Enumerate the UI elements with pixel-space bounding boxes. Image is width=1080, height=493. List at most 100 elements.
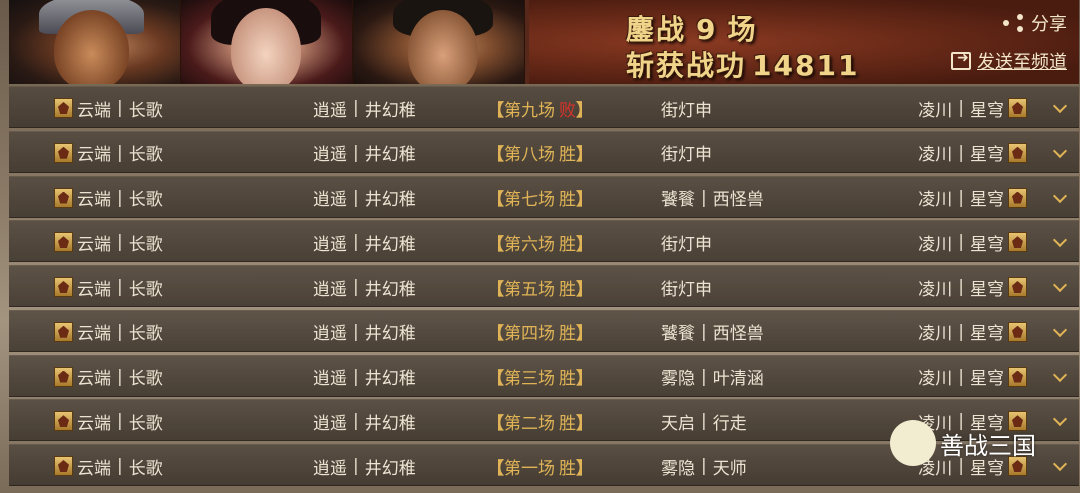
merit-label: 斩获战功 [626, 49, 747, 82]
bracket-close: 】 [576, 145, 593, 166]
rank-badge-icon [54, 321, 73, 342]
share-label: 分享 [1031, 14, 1067, 35]
send-label: 发送至频道 [977, 52, 1067, 73]
battle-count: 9 [696, 13, 718, 46]
player-mid: 逍遥 | 井幻稚 [313, 356, 416, 398]
round-outcome: 胜 [559, 145, 576, 166]
player-right-guild: 凌川 [918, 324, 953, 345]
opponent-guild: 饕餮 [661, 324, 695, 345]
title-prefix: 鏖战 [626, 13, 687, 46]
separator: | [353, 277, 359, 297]
player-mid: 逍遥 | 井幻稚 [313, 87, 416, 129]
battle-count-title: 鏖战 9 场 [626, 8, 758, 48]
round-outcome: 胜 [559, 413, 576, 434]
round-label: 第五场 [504, 279, 555, 300]
separator: | [958, 277, 964, 297]
player-left-name: 长歌 [128, 413, 163, 434]
chevron-down-icon[interactable] [1051, 144, 1069, 162]
battle-row[interactable]: 云端 | 长歌 逍遥 | 井幻稚 【 第五场 胜 】 街灯申 | 凌川 | 星穹 [9, 265, 1079, 307]
player-right: 凌川 | 星穹 [918, 132, 1027, 174]
player-right-guild: 凌川 [918, 145, 953, 166]
watermark-logo-icon [890, 420, 936, 466]
player-left-name: 长歌 [128, 458, 163, 479]
player-mid-guild: 逍遥 [313, 324, 347, 345]
player-right-name: 星穹 [970, 234, 1004, 255]
round-label: 第一场 [504, 458, 555, 479]
separator: | [117, 98, 123, 118]
separator: | [117, 411, 123, 432]
opponent: 街灯申 | [661, 132, 712, 174]
separator: | [701, 187, 707, 208]
separator: | [117, 366, 123, 387]
watermark: 善战三国 [890, 420, 1036, 466]
rank-badge-icon [54, 456, 73, 476]
battle-row[interactable]: 云端 | 长歌 逍遥 | 井幻稚 【 第七场 胜 】 饕餮 | 西怪兽 凌川 |… [9, 175, 1079, 219]
share-button[interactable]: 分享 [1003, 10, 1067, 36]
round-label: 第四场 [504, 324, 555, 345]
player-left: 云端 | 长歌 [54, 87, 163, 129]
player-mid-name: 井幻稚 [364, 413, 416, 434]
player-left-name: 长歌 [128, 279, 163, 300]
player-left-name: 长歌 [128, 234, 163, 255]
round-result: 【 第五场 胜 】 [487, 266, 593, 308]
player-mid-guild: 逍遥 [313, 190, 347, 210]
send-to-channel-button[interactable]: 发送至频道 [951, 48, 1067, 74]
separator: | [353, 366, 359, 387]
watermark-text: 善战三国 [940, 431, 1036, 460]
round-outcome: 胜 [559, 458, 576, 479]
rank-badge-icon [54, 232, 73, 253]
round-result: 【 第九场 败 】 [487, 87, 593, 129]
battle-row[interactable]: 云端 | 长歌 逍遥 | 井幻稚 【 第三场 胜 】 雾隐 | 叶清涵 凌川 |… [9, 354, 1079, 398]
rank-badge-icon [1008, 232, 1027, 253]
separator: | [353, 321, 359, 342]
chevron-down-icon[interactable] [1051, 233, 1069, 251]
battle-row[interactable]: 云端 | 长歌 逍遥 | 井幻稚 【 第九场 败 】 街灯申 | 凌川 | 星穹 [9, 86, 1079, 128]
player-mid-name: 井幻稚 [364, 145, 416, 166]
round-result: 【 第四场 胜 】 [487, 311, 593, 353]
chevron-down-icon[interactable] [1051, 99, 1069, 117]
player-left: 云端 | 长歌 [54, 266, 163, 308]
separator: | [353, 411, 359, 432]
chevron-down-icon[interactable] [1051, 323, 1069, 341]
player-left-name: 长歌 [128, 324, 163, 345]
player-right: 凌川 | 星穹 [918, 266, 1027, 308]
player-right: 凌川 | 星穹 [918, 356, 1027, 398]
rank-badge-icon [54, 187, 73, 208]
bracket-open: 【 [487, 279, 504, 300]
bracket-open: 【 [487, 413, 504, 434]
bracket-open: 【 [487, 100, 504, 121]
player-mid-guild: 逍遥 [313, 369, 347, 389]
rank-badge-icon [54, 411, 73, 432]
round-result: 【 第八场 胜 】 [487, 132, 593, 174]
player-right: 凌川 | 星穹 [918, 87, 1027, 129]
opponent: 天启 | 行走 [661, 400, 747, 442]
separator: | [701, 366, 707, 387]
separator: | [117, 456, 123, 476]
chevron-down-icon[interactable] [1051, 412, 1069, 430]
player-right-name: 星穹 [970, 145, 1004, 166]
chevron-down-icon[interactable] [1051, 457, 1069, 475]
player-right-name: 星穹 [970, 190, 1004, 210]
separator: | [701, 411, 707, 432]
chevron-down-icon[interactable] [1051, 189, 1069, 207]
player-left-name: 长歌 [128, 190, 163, 210]
opponent: 街灯申 | [661, 87, 712, 129]
chevron-down-icon[interactable] [1051, 278, 1069, 296]
rank-badge-icon [1008, 366, 1027, 387]
chevron-down-icon[interactable] [1051, 368, 1069, 386]
battle-row[interactable]: 云端 | 长歌 逍遥 | 井幻稚 【 第六场 胜 】 街灯申 | 凌川 | 星穹 [9, 220, 1079, 263]
round-outcome: 败 [559, 100, 576, 121]
battle-row[interactable]: 云端 | 长歌 逍遥 | 井幻稚 【 第八场 胜 】 街灯申 | 凌川 | 星穹 [9, 130, 1079, 174]
bracket-open: 【 [487, 324, 504, 345]
opponent-guild: 饕餮 [661, 190, 695, 210]
player-right-guild: 凌川 [918, 279, 953, 300]
player-left: 云端 | 长歌 [54, 177, 163, 219]
player-right-guild: 凌川 [918, 190, 953, 210]
player-right: 凌川 | 星穹 [918, 177, 1027, 219]
opponent-name: 西怪兽 [712, 324, 764, 345]
player-mid-guild: 逍遥 [313, 458, 347, 479]
opponent-guild: 雾隐 [661, 369, 695, 389]
battle-row[interactable]: 云端 | 长歌 逍遥 | 井幻稚 【 第四场 胜 】 饕餮 | 西怪兽 凌川 |… [9, 309, 1079, 353]
separator: | [958, 98, 964, 118]
player-right-name: 星穹 [970, 279, 1004, 300]
